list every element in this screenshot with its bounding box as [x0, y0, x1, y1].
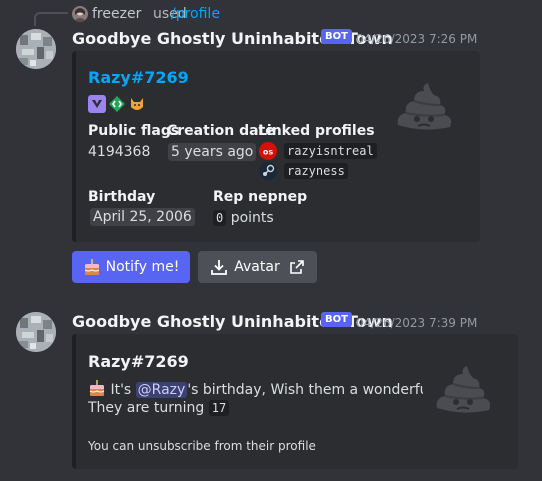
lastfm-icon: os [259, 142, 277, 160]
steam-icon [259, 162, 277, 180]
poop-icon [397, 83, 452, 130]
message-timestamp[interactable]: 04/26/2023 7:39 PM [356, 316, 477, 331]
field-rep-value: 0 points [213, 209, 274, 227]
poop-icon [436, 366, 491, 413]
age-line: They are turning 17 [88, 398, 230, 418]
lastfm-username[interactable]: razyisntreal [284, 143, 377, 159]
rep-unit: points [230, 210, 274, 226]
external-link-icon [289, 259, 305, 275]
cake-icon [88, 379, 106, 397]
profile-embed: Razy#7269 Public flags 4194368 Creation … [72, 51, 480, 242]
cake-icon [83, 258, 101, 276]
field-creation-date-value[interactable]: 5 years ago [168, 143, 257, 161]
message-timestamp[interactable]: 04/26/2023 7:26 PM [356, 32, 477, 47]
notify-me-button[interactable]: Notify me! [72, 251, 190, 283]
field-birthday-name: Birthday [88, 189, 156, 205]
field-birthday-value[interactable]: April 25, 2006 [90, 208, 195, 226]
reply-command[interactable]: /profile [171, 5, 220, 23]
bot-badge: BOT [321, 312, 352, 327]
hypesquad-badge-icon [88, 95, 106, 113]
embed-footer: You can unsubscribe from their profile [88, 439, 316, 453]
active-developer-badge-icon [109, 96, 125, 112]
avatar-link-button[interactable]: Avatar [198, 251, 317, 283]
age-prefix: They are turning [88, 400, 205, 416]
field-public-flags-name: Public flags [88, 123, 180, 139]
user-mention[interactable]: @Razy [135, 382, 188, 398]
download-icon [210, 258, 228, 276]
badge-row [88, 95, 146, 113]
birthday-prefix: It's [110, 382, 136, 398]
reply-username[interactable]: freezer [92, 5, 141, 23]
reply-connector [34, 12, 68, 26]
rep-count: 0 [213, 210, 227, 226]
birthday-message-line: It's @Razy's birthday, Wish them a wonde… [88, 379, 468, 400]
field-linked-profiles-name: Linked profiles [258, 123, 375, 139]
bot-avatar[interactable] [16, 312, 56, 352]
embed-thumbnail[interactable] [423, 352, 503, 432]
bot-avatar[interactable] [16, 29, 56, 69]
embed-title: Razy#7269 [88, 352, 189, 371]
notify-me-label: Notify me! [105, 259, 180, 275]
reply-avatar[interactable] [72, 6, 88, 22]
birthday-embed: Razy#7269 It's @Razy's birthday, Wish th… [72, 334, 518, 469]
field-public-flags-value: 4194368 [88, 144, 151, 160]
field-rep-name: Rep nepnep [213, 189, 308, 205]
avatar-label: Avatar [234, 259, 280, 275]
embed-title[interactable]: Razy#7269 [88, 68, 189, 87]
steam-username[interactable]: razyness [284, 163, 348, 179]
embed-thumbnail[interactable] [384, 69, 464, 149]
bot-badge: BOT [321, 29, 352, 44]
cat-badge-icon [131, 98, 143, 110]
age-value: 17 [208, 400, 230, 416]
svg-text:os: os [263, 148, 273, 157]
